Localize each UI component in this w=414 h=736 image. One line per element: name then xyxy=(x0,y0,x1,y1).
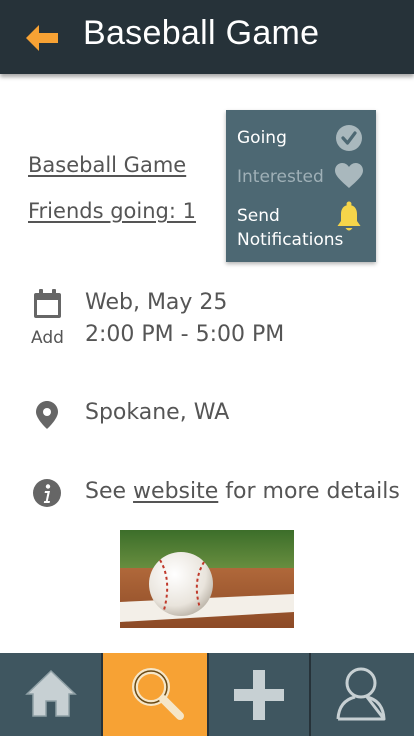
website-link[interactable]: website xyxy=(133,479,218,504)
notifications-label-line2: Notifications xyxy=(237,230,344,250)
user-icon xyxy=(336,667,386,721)
bell-icon xyxy=(337,201,361,231)
event-location: Spokane, WA xyxy=(85,400,230,425)
rsvp-panel: Going Interested Send Notifications xyxy=(226,110,376,262)
add-calendar-label: Add xyxy=(31,328,64,348)
home-icon xyxy=(25,669,77,717)
interested-label: Interested xyxy=(237,167,324,187)
friends-going-link[interactable]: Friends going: 1 xyxy=(28,199,196,223)
plus-icon xyxy=(234,670,284,720)
app-header: Baseball Game xyxy=(0,0,414,74)
back-button[interactable] xyxy=(26,25,60,55)
event-name-link[interactable]: Baseball Game xyxy=(28,153,186,177)
tab-search[interactable] xyxy=(103,653,207,736)
location-pin-icon xyxy=(36,401,58,429)
checkmark-circle-icon xyxy=(336,125,362,151)
heart-icon xyxy=(335,163,363,188)
tab-profile[interactable] xyxy=(311,653,414,736)
event-time: 2:00 PM - 5:00 PM xyxy=(85,322,285,347)
search-icon xyxy=(132,668,184,720)
page-title: Baseball Game xyxy=(83,14,320,52)
calendar-icon xyxy=(34,289,61,318)
event-image xyxy=(120,530,294,628)
info-suffix: for more details xyxy=(225,479,400,504)
tab-add[interactable] xyxy=(209,653,309,736)
info-icon xyxy=(33,479,61,507)
tab-home[interactable] xyxy=(0,653,101,736)
info-prefix: See xyxy=(85,479,127,504)
notifications-label-line1: Send xyxy=(237,206,280,226)
bottom-tab-bar xyxy=(0,653,414,736)
going-label: Going xyxy=(237,128,287,148)
info-text: See website for more details xyxy=(85,479,400,504)
arrow-left-icon xyxy=(26,25,58,51)
event-date: Web, May 25 xyxy=(85,290,228,315)
